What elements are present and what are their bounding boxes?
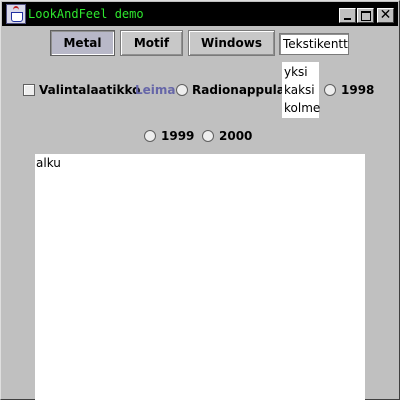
radio-1998[interactable] (324, 84, 336, 96)
list-box[interactable]: yksi kaksi kolme (282, 62, 320, 118)
minimize-button[interactable] (339, 8, 356, 23)
text-area[interactable]: alku (35, 154, 365, 400)
title-bar[interactable]: LookAndFeel demo ✕ (2, 2, 398, 26)
close-button[interactable]: ✕ (377, 7, 394, 23)
radio-2000[interactable] (202, 130, 214, 142)
radionappula-radio[interactable] (176, 84, 188, 96)
leima-label: Leima (135, 83, 176, 97)
list-item[interactable]: yksi (284, 64, 308, 80)
radionappula-label[interactable]: Radionappula (192, 82, 285, 98)
checkbox-label[interactable]: Valintalaatikko (39, 82, 140, 98)
valintalaatikko-checkbox[interactable] (23, 84, 35, 96)
windows-button[interactable]: Windows (188, 30, 275, 56)
maximize-button[interactable] (357, 8, 374, 23)
list-item[interactable]: kaksi (284, 82, 315, 98)
motif-button[interactable]: Motif (120, 30, 183, 56)
metal-button[interactable]: Metal (50, 30, 115, 56)
java-cup-icon[interactable] (6, 4, 26, 24)
radio-1999-label[interactable]: 1999 (161, 128, 194, 144)
radio-1999[interactable] (144, 130, 156, 142)
window-title: LookAndFeel demo (28, 7, 144, 21)
radio-1998-label[interactable]: 1998 (341, 82, 374, 98)
close-icon: ✕ (379, 7, 392, 23)
radio-2000-label[interactable]: 2000 (219, 128, 252, 144)
text-field[interactable]: Tekstikenttä (279, 33, 349, 55)
list-item[interactable]: kolme (284, 100, 320, 116)
